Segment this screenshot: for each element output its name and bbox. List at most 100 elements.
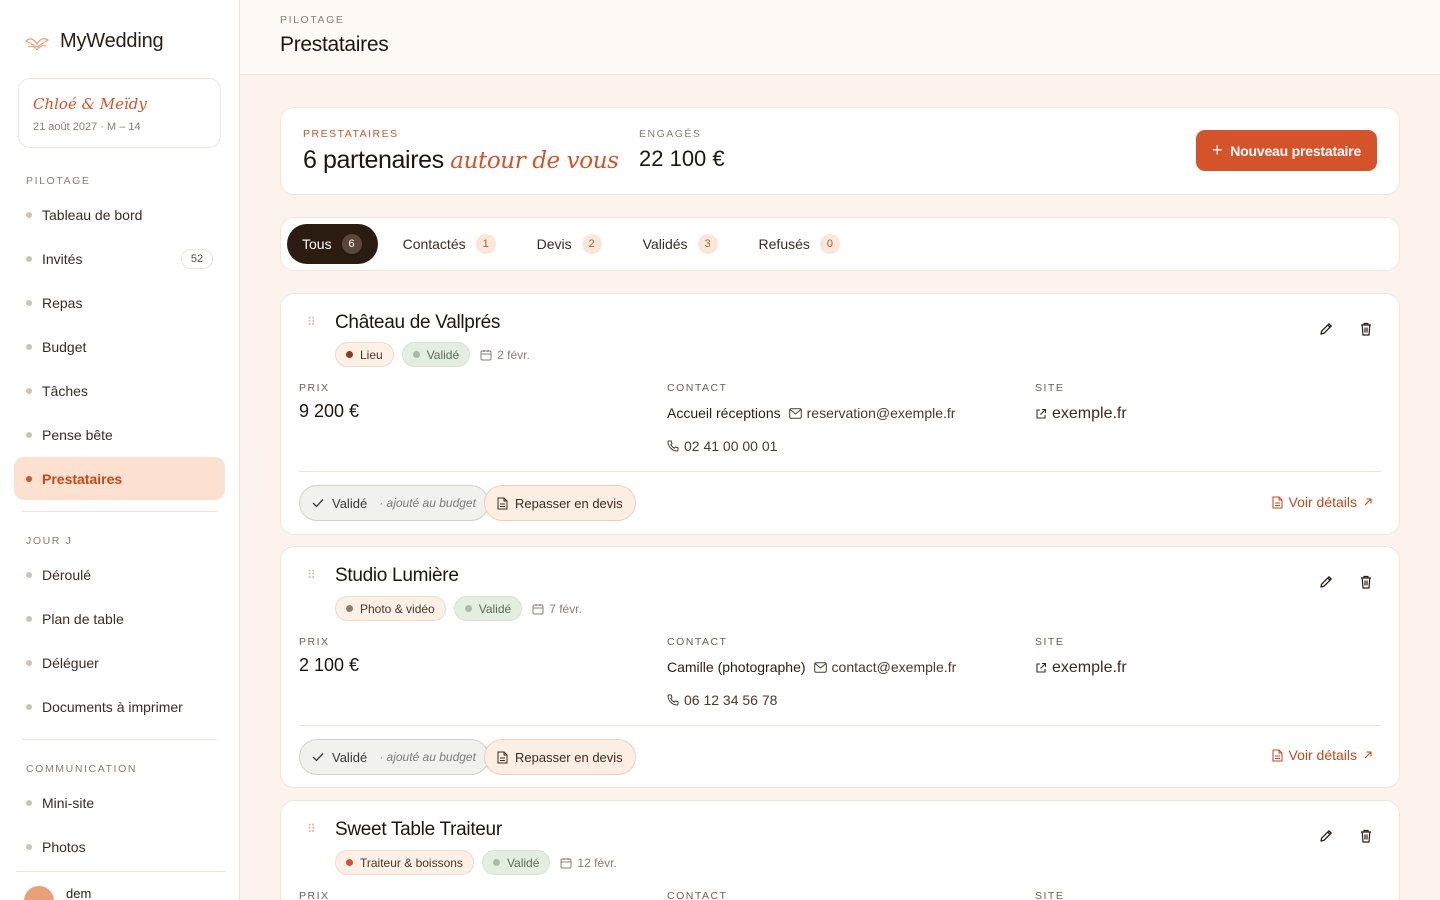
contact-phone[interactable]: 06 12 34 56 78: [667, 692, 777, 708]
site-label: SITE: [1035, 382, 1065, 394]
guest-count-badge: 52: [181, 249, 213, 269]
nav-label: Invités: [42, 251, 83, 267]
status-tabs: Tous 6 Contactés 1 Devis 2 Validés 3 Refusés…: [280, 217, 1400, 271]
drag-handle-icon[interactable]: ⠿: [307, 316, 317, 328]
engaged-total: 22 100 €: [639, 146, 725, 171]
vendor-date: 7 févr.: [532, 602, 582, 616]
validated-button[interactable]: Validé · ajouté au budget: [299, 485, 489, 521]
vendor-name: Château de Vallprés: [335, 312, 501, 333]
nav-label: Documents à imprimer: [42, 699, 183, 715]
page-header: PILOTAGE Prestataires: [240, 0, 1440, 75]
document-icon: [1272, 749, 1283, 761]
tab-label: Tous: [302, 236, 332, 252]
nav-label: Tâches: [42, 383, 88, 399]
vendor-site-link[interactable]: exemple.fr: [1035, 659, 1127, 677]
trash-icon[interactable]: [1357, 320, 1375, 338]
site-text: exemple.fr: [1052, 405, 1127, 422]
nav-item-repas[interactable]: Repas: [14, 283, 225, 323]
nav-item-prestataires[interactable]: Prestataires: [14, 457, 225, 500]
view-details-link[interactable]: Voir détails: [1272, 494, 1373, 510]
user-menu[interactable]: dem: [24, 886, 91, 900]
trash-icon[interactable]: [1357, 827, 1375, 845]
date-text: 12 févr.: [577, 855, 617, 870]
new-vendor-label: Nouveau prestataire: [1230, 142, 1362, 159]
details-label: Voir détails: [1288, 747, 1357, 763]
tab-count: 3: [697, 234, 718, 254]
tab-refuses[interactable]: Refusés 0: [744, 224, 856, 264]
external-link-icon: [1036, 408, 1047, 419]
category-dot-icon: [346, 351, 353, 358]
nav-divider: [22, 511, 217, 512]
couple-card[interactable]: Chloé & Meïdy 21 août 2027 · M – 14: [18, 78, 221, 148]
vendor-site-link[interactable]: exemple.fr: [1035, 405, 1127, 423]
category-tag: Lieu: [335, 342, 394, 367]
edit-icon[interactable]: [1317, 827, 1335, 845]
vendor-name: Sweet Table Traiteur: [335, 819, 502, 840]
check-icon: [312, 753, 324, 762]
tab-devis[interactable]: Devis 2: [522, 224, 618, 264]
bullet-icon: [26, 432, 32, 438]
trash-icon[interactable]: [1357, 573, 1375, 591]
nav-item-plan-de-table[interactable]: Plan de table: [14, 599, 225, 639]
status-label: Validé: [506, 855, 540, 870]
category-label: Lieu: [360, 347, 383, 362]
contact-info: Accueil réceptions reservation@exemple.f…: [667, 405, 955, 421]
nav-label: Prestataires: [42, 470, 123, 487]
status-dot-icon: [492, 859, 500, 866]
vendor-name: Studio Lumière: [335, 565, 459, 586]
requote-button[interactable]: Repasser en devis: [484, 485, 636, 521]
vendor-card: ⠿ Studio Lumière Photo & vidéo Validé 7 …: [280, 546, 1400, 788]
brand[interactable]: MyWedding: [24, 30, 164, 53]
site-label: SITE: [1035, 636, 1065, 648]
contact-phone[interactable]: 02 41 00 00 01: [667, 438, 777, 454]
nav-section-pilotage: PILOTAGE: [26, 175, 91, 187]
nav-item-deroule[interactable]: Déroulé: [14, 555, 225, 595]
bullet-icon: [26, 660, 32, 666]
nav-item-invites[interactable]: Invités 52: [14, 239, 225, 279]
vendor-date: 12 févr.: [560, 855, 617, 870]
breadcrumb: PILOTAGE: [280, 14, 345, 26]
drag-handle-icon[interactable]: ⠿: [307, 823, 317, 835]
vendor-actions: [1317, 573, 1375, 591]
category-label: Traiteur & boissons: [360, 855, 463, 870]
nav-item-tableau-de-bord[interactable]: Tableau de bord: [14, 195, 225, 235]
tab-contactes[interactable]: Contactés 1: [388, 224, 512, 264]
tab-valides[interactable]: Validés 3: [628, 224, 734, 264]
status-badge: Validé: [453, 596, 523, 621]
nav-item-documents[interactable]: Documents à imprimer: [14, 687, 225, 727]
mail-icon: [788, 407, 802, 419]
edit-icon[interactable]: [1317, 573, 1335, 591]
nav-section-communication: COMMUNICATION: [26, 763, 138, 775]
contact-name: Camille (photographe): [667, 659, 806, 675]
category-label: Photo & vidéo: [360, 601, 435, 616]
budget-note: · ajouté au budget: [379, 750, 476, 764]
new-vendor-button[interactable]: + Nouveau prestataire: [1196, 130, 1377, 171]
contact-email[interactable]: reservation@exemple.fr: [788, 405, 955, 421]
nav-section-jour-j: JOUR J: [26, 535, 73, 547]
category-tag: Photo & vidéo: [335, 596, 446, 621]
requote-button[interactable]: Repasser en devis: [484, 739, 636, 775]
nav-divider: [22, 739, 217, 740]
view-details-link[interactable]: Voir détails: [1272, 747, 1373, 763]
nav-item-budget[interactable]: Budget: [14, 327, 225, 367]
bullet-icon: [26, 800, 32, 806]
nav-item-mini-site[interactable]: Mini-site: [14, 783, 225, 823]
nav-label: Repas: [42, 295, 83, 311]
nav-item-pense-bete[interactable]: Pense bête: [14, 415, 225, 455]
nav-item-deleguer[interactable]: Déléguer: [14, 643, 225, 683]
vendor-tags: Traiteur & boissons Validé 12 févr.: [335, 850, 617, 875]
nav-label: Mini-site: [42, 795, 95, 811]
contact-email[interactable]: contact@exemple.fr: [813, 659, 956, 675]
requote-label: Repasser en devis: [515, 495, 623, 511]
bullet-icon: [26, 388, 32, 394]
tab-tous[interactable]: Tous 6: [287, 224, 378, 264]
bullet-icon: [26, 572, 32, 578]
contact-label: CONTACT: [667, 636, 728, 648]
edit-icon[interactable]: [1317, 320, 1335, 338]
status-dot-icon: [412, 351, 420, 358]
nav-item-taches[interactable]: Tâches: [14, 371, 225, 411]
nav-item-photos[interactable]: Photos: [14, 827, 225, 867]
drag-handle-icon[interactable]: ⠿: [307, 569, 317, 581]
validated-button[interactable]: Validé · ajouté au budget: [299, 739, 489, 775]
card-divider: [299, 725, 1381, 726]
